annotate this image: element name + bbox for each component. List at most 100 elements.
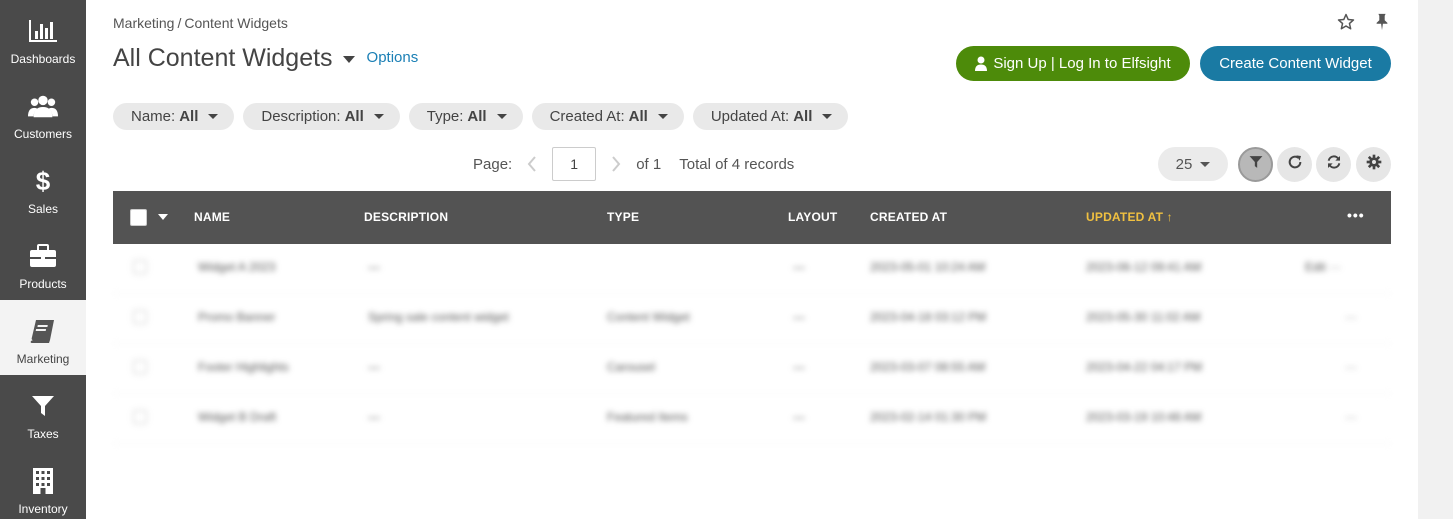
cell-created-at: 2023-05-01 10:24 AM [870,260,986,274]
cell-type: Carousel [607,360,656,374]
pin-icon[interactable] [1373,12,1391,32]
chevron-down-icon [208,114,219,119]
filter-bar: Name: All Description: All Type: All Create… [113,103,849,130]
cell-name: Widget A 2023 [198,260,276,274]
total-records: Total of 4 records [679,155,795,173]
breadcrumb-separator: / [177,15,182,31]
table-row[interactable]: Promo Banner Spring sale content widget … [113,294,1391,344]
create-content-widget-button[interactable]: Create Content Widget [1200,46,1391,81]
sidebar-item-products[interactable]: Products [0,225,86,300]
column-header-created-at[interactable]: CREATED AT [870,210,947,224]
table-row[interactable]: Footer Highlights — Carousel — 2023-03-0… [113,344,1391,394]
gear-icon [1366,154,1382,175]
sidebar-item-marketing[interactable]: Marketing [0,300,86,375]
more-columns-icon[interactable]: ••• [1347,207,1365,223]
filter-label: Name: [131,108,176,125]
row-checkbox[interactable] [133,410,147,424]
filter-type[interactable]: Type: All [408,103,523,130]
pagination: Page: of 1 Total of 4 records [473,147,794,181]
star-icon[interactable] [1337,12,1355,32]
page-number-input[interactable] [552,147,597,181]
refresh-icon [1326,154,1342,175]
cell-layout: — [793,410,805,424]
chevron-down-icon [496,114,507,119]
signup-login-button[interactable]: Sign Up | Log In to Elfsight [956,46,1190,81]
page-label: Page: [473,155,513,173]
column-header-description[interactable]: DESCRIPTION [364,210,448,224]
cell-actions[interactable]: ··· [1345,360,1357,374]
table-body: Widget A 2023 — — 2023-05-01 10:24 AM 20… [113,244,1391,444]
breadcrumb-current: Content Widgets [184,15,288,31]
prev-page-icon[interactable] [521,156,543,172]
column-header-name[interactable]: NAME [194,210,230,224]
sidebar-item-label: Sales [27,202,59,216]
cell-actions[interactable]: ··· [1345,310,1357,324]
page-count: of 1 [636,155,662,173]
cell-description: — [368,410,380,424]
sidebar-item-sales[interactable]: $ Sales [0,150,86,225]
sidebar-item-inventory[interactable]: Inventory [0,450,86,519]
table-row[interactable]: Widget A 2023 — — 2023-05-01 10:24 AM 20… [113,244,1391,294]
filter-value: All [793,108,813,125]
table-row[interactable]: Widget B Draft — Featured Items — 2023-0… [113,394,1391,444]
cell-layout: — [793,310,805,324]
cell-type: Content Widget [607,310,690,324]
svg-text:$: $ [36,167,51,195]
row-checkbox[interactable] [133,310,147,324]
book-icon [28,317,58,345]
bar-chart-icon [28,17,58,45]
users-icon [28,92,58,120]
filter-updated-at[interactable]: Updated At: All [692,103,849,130]
refresh-button[interactable] [1316,147,1351,182]
column-header-updated-at[interactable]: UPDATED AT ↑ [1086,210,1173,224]
sidebar-item-label: Marketing [16,352,70,366]
chevron-down-icon [373,114,384,119]
row-checkbox[interactable] [133,260,147,274]
cell-actions[interactable]: ··· [1345,410,1357,424]
table-header: NAME DESCRIPTION TYPE LAYOUT CREATED AT … [113,191,1391,244]
cell-description: — [368,260,380,274]
user-icon [975,56,988,71]
cell-description: Spring sale content widget [368,310,509,324]
filter-description[interactable]: Description: All [243,103,400,130]
main-content: Marketing / Content Widgets All Content Wi… [113,0,1391,519]
briefcase-icon [28,242,58,270]
settings-button[interactable] [1356,147,1391,182]
column-header-layout[interactable]: LAYOUT [788,210,837,224]
cell-created-at: 2023-03-07 08:55 AM [870,360,986,374]
cell-name: Footer Highlights [198,360,289,374]
sidebar-item-taxes[interactable]: Taxes [0,375,86,450]
filter-label: Updated At: [710,108,790,125]
filter-name[interactable]: Name: All [113,103,235,130]
reset-button[interactable] [1277,147,1312,182]
scroll-strip[interactable] [1418,0,1453,519]
cell-updated-at: 2023-06-12 09:41 AM [1086,260,1202,274]
filter-created-at[interactable]: Created At: All [531,103,684,130]
sidebar-item-dashboards[interactable]: Dashboards [0,0,86,75]
cell-description: — [368,360,380,374]
per-page-select[interactable]: 25 [1158,147,1228,181]
breadcrumb-parent[interactable]: Marketing [113,15,174,31]
cell-actions[interactable]: Edit ··· [1305,260,1341,274]
filter-toggle-button[interactable] [1238,147,1273,182]
cell-created-at: 2023-04-18 03:12 PM [870,310,987,324]
column-header-type[interactable]: TYPE [607,210,639,224]
chevron-down-icon [1200,161,1211,167]
sidebar-item-label: Taxes [27,427,59,441]
breadcrumb: Marketing / Content Widgets [113,15,288,31]
bulk-actions-caret[interactable] [158,214,168,220]
select-all-checkbox[interactable] [130,209,147,226]
cell-updated-at: 2023-04-22 04:17 PM [1086,360,1203,374]
filter-icon [1249,155,1263,174]
cell-name: Widget B Draft [198,410,277,424]
next-page-icon[interactable] [605,156,627,172]
options-link[interactable]: Options [367,49,419,66]
sidebar-item-label: Customers [13,127,72,141]
sidebar-item-label: Dashboards [10,52,76,66]
row-checkbox[interactable] [133,360,147,374]
title-dropdown-caret[interactable] [342,56,355,63]
filter-value: All [179,108,199,125]
sidebar-item-customers[interactable]: Customers [0,75,86,150]
filter-value: All [344,108,364,125]
sidebar: Dashboards Customers $ Sales Products Ma… [0,0,86,519]
